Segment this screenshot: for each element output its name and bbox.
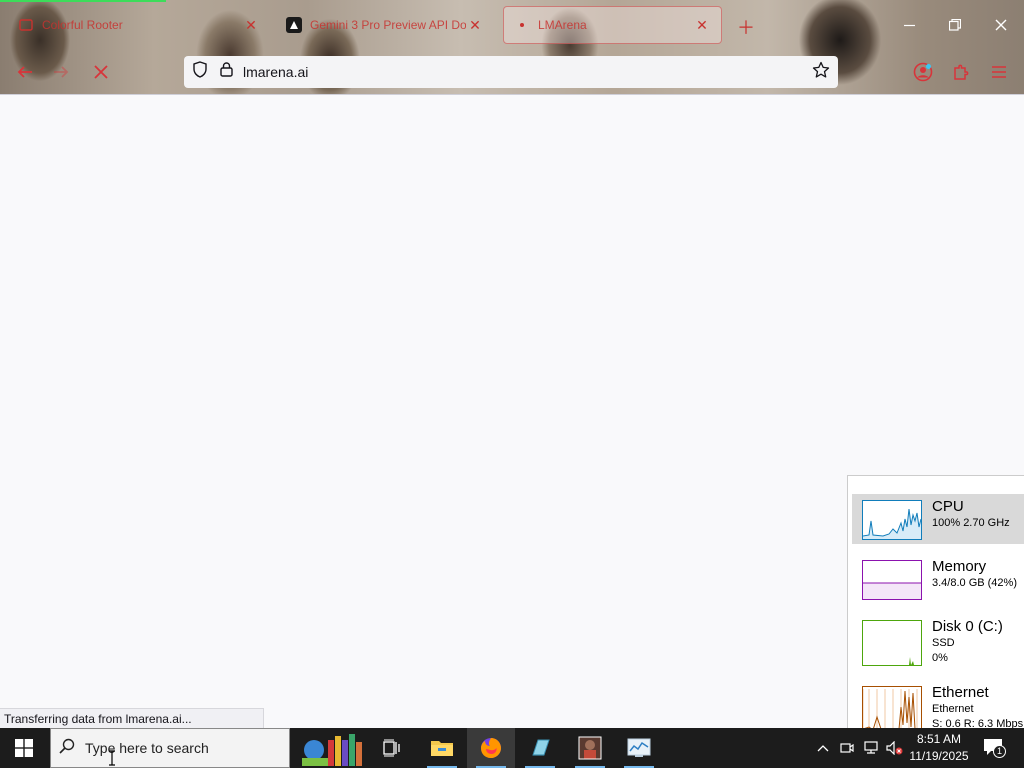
- file-explorer-button[interactable]: [418, 728, 466, 768]
- ethernet-adapter: Ethernet: [932, 703, 974, 715]
- volume-muted-icon[interactable]: [885, 738, 905, 758]
- ethernet-title: Ethernet: [932, 684, 989, 701]
- taskbar: Type here to search 8:51 AM 11/19/2025 1: [0, 728, 1024, 768]
- task-manager-button[interactable]: [615, 728, 663, 768]
- back-button[interactable]: [13, 60, 37, 84]
- lock-icon[interactable]: [220, 62, 233, 82]
- network-icon[interactable]: [861, 738, 881, 758]
- notification-count: 1: [993, 745, 1006, 758]
- tab-colorful-rooter[interactable]: Colorful Rooter ✕: [8, 5, 270, 45]
- task-view-icon: [383, 739, 400, 757]
- disk-graph: [862, 620, 922, 666]
- taskbar-search-box[interactable]: Type here to search: [50, 728, 290, 768]
- perf-item-memory[interactable]: Memory 3.4/8.0 GB (42%): [852, 554, 1024, 604]
- task-view-button[interactable]: [368, 728, 416, 768]
- close-window-button[interactable]: [978, 10, 1024, 40]
- close-icon[interactable]: ✕: [693, 17, 711, 34]
- status-bar: Transferring data from lmarena.ai...: [0, 708, 264, 729]
- new-tab-button[interactable]: ＋: [737, 14, 755, 40]
- bookmark-star-icon[interactable]: [812, 61, 830, 84]
- clock-date: 11/19/2025: [909, 749, 969, 763]
- menu-hamburger-icon[interactable]: [987, 60, 1011, 84]
- system-clock[interactable]: 8:51 AM 11/19/2025: [906, 731, 972, 765]
- search-placeholder: Type here to search: [85, 740, 209, 756]
- notebook-app-button[interactable]: [516, 728, 564, 768]
- folder-icon: [431, 741, 453, 756]
- tab-title: Gemini 3 Pro Preview API Doc: [310, 18, 466, 32]
- chevron-up-icon[interactable]: [813, 738, 833, 758]
- action-center-button[interactable]: 1: [982, 736, 1006, 760]
- extensions-puzzle-icon[interactable]: [949, 60, 973, 84]
- search-icon: [59, 738, 75, 759]
- task-manager-performance-panel: CPU 100% 2.70 GHz Memory 3.4/8.0 GB (42%…: [847, 475, 1024, 733]
- account-icon[interactable]: [911, 60, 935, 84]
- perf-item-ethernet[interactable]: Ethernet Ethernet S: 0.6 R: 6.3 Mbps: [852, 680, 1024, 732]
- task-manager-icon: [627, 738, 651, 757]
- firefox-button[interactable]: [467, 728, 515, 768]
- address-bar[interactable]: lmarena.ai: [184, 56, 838, 88]
- tracking-protection-shield-icon[interactable]: [192, 61, 208, 83]
- restore-button[interactable]: [932, 10, 978, 40]
- memory-title: Memory: [932, 558, 987, 575]
- tab-title: LMArena: [538, 18, 587, 32]
- stop-loading-button[interactable]: [89, 60, 113, 84]
- page-load-progress: [0, 0, 166, 2]
- browser-toolbar: Colorful Rooter ✕ Gemini 3 Pro Preview A…: [0, 0, 1024, 95]
- camera-tray-icon[interactable]: [837, 738, 857, 758]
- tab-title: Colorful Rooter: [42, 18, 123, 32]
- memory-usage: 3.4/8.0 GB (42%): [932, 577, 1017, 589]
- triangle-logo-icon: [286, 17, 302, 33]
- start-button[interactable]: [0, 728, 48, 768]
- ethernet-graph: [862, 686, 922, 732]
- clock-time: 8:51 AM: [916, 732, 962, 746]
- search-highlight-image-icon[interactable]: [290, 730, 368, 768]
- close-icon[interactable]: ✕: [466, 17, 484, 34]
- forward-button[interactable]: [49, 60, 73, 84]
- minimize-button[interactable]: [886, 10, 932, 40]
- close-icon[interactable]: ✕: [242, 17, 260, 34]
- perf-item-disk[interactable]: Disk 0 (C:) SSD 0%: [852, 614, 1024, 670]
- photo-thumbnail-icon: [578, 736, 602, 760]
- url-text: lmarena.ai: [243, 64, 309, 80]
- photo-app-button[interactable]: [566, 728, 614, 768]
- cpu-usage: 100% 2.70 GHz: [932, 517, 1010, 529]
- cpu-title: CPU: [932, 498, 964, 515]
- disk-title: Disk 0 (C:): [932, 618, 1003, 635]
- text-cursor-icon: [109, 750, 115, 766]
- window-icon: [18, 17, 34, 33]
- windows-logo-icon: [15, 739, 33, 757]
- tab-lmarena[interactable]: LMArena ✕: [503, 6, 722, 44]
- cpu-graph: [862, 500, 922, 540]
- disk-usage: 0%: [932, 652, 948, 664]
- disk-type: SSD: [932, 637, 955, 649]
- tab-gemini-docs[interactable]: Gemini 3 Pro Preview API Doc ✕: [276, 5, 494, 45]
- memory-graph: [862, 560, 922, 600]
- notebook-icon: [532, 739, 550, 756]
- loading-dot-icon: [514, 17, 530, 33]
- perf-item-cpu[interactable]: CPU 100% 2.70 GHz: [852, 494, 1024, 544]
- firefox-icon: [481, 738, 501, 758]
